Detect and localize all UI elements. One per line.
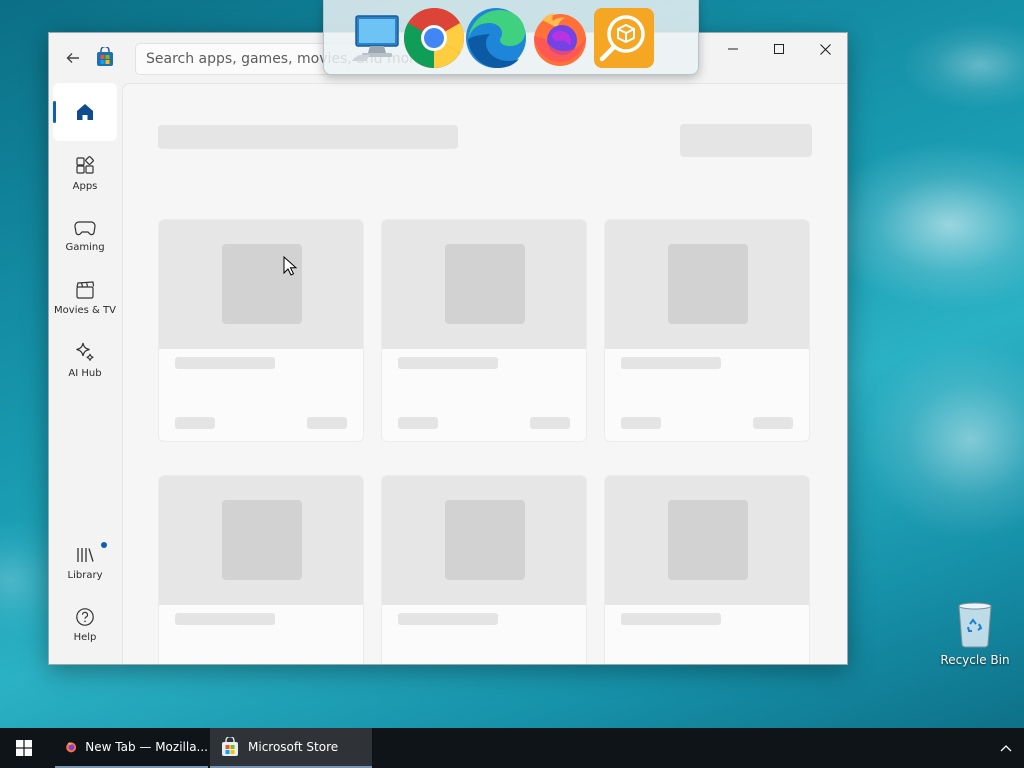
active-indicator (53, 101, 56, 123)
skeleton-button (680, 124, 812, 157)
chevron-up-icon[interactable] (996, 738, 1016, 758)
taskbar-item-label: Microsoft Store (248, 740, 339, 754)
close-icon (819, 43, 831, 55)
taskbar: New Tab — Mozilla... Microsoft Store (0, 728, 1024, 768)
store-window: Search apps, games, movies, and more App… (48, 32, 848, 665)
nav-label-ai-hub: AI Hub (68, 368, 102, 379)
mouse-cursor-icon (283, 256, 297, 276)
nav-item-ai-hub[interactable]: AI Hub (53, 331, 117, 389)
nav-item-library[interactable]: Library (53, 534, 117, 592)
package-search-icon[interactable] (592, 6, 656, 70)
taskbar-item-store[interactable]: Microsoft Store (210, 728, 372, 768)
minimize-button[interactable] (710, 33, 756, 65)
skeleton-card[interactable] (158, 475, 364, 664)
skeleton-card[interactable] (381, 475, 587, 664)
home-icon (77, 104, 93, 120)
skeleton-card[interactable] (604, 475, 810, 664)
firefox-icon[interactable] (528, 6, 592, 70)
skeleton-card[interactable] (604, 219, 810, 442)
apps-icon (76, 156, 94, 174)
back-button[interactable] (61, 46, 85, 70)
store-icon (97, 47, 113, 66)
nav-item-home[interactable] (53, 83, 117, 141)
navigation-rail: Apps Gaming Movies & TV AI Hub Library H… (49, 83, 122, 664)
start-button[interactable] (0, 728, 48, 768)
app-dock (323, 0, 699, 75)
recycle-bin[interactable]: Recycle Bin (938, 600, 1012, 667)
sparkle-icon (76, 342, 94, 361)
edge-icon[interactable] (464, 6, 528, 70)
arrow-left-icon (66, 53, 79, 63)
recycle-bin-icon (958, 602, 992, 648)
library-icon (77, 548, 94, 562)
computer-icon[interactable] (344, 6, 408, 70)
skeleton-heading (158, 125, 458, 149)
firefox-icon (66, 742, 77, 753)
minimize-icon (728, 48, 738, 50)
close-button[interactable] (802, 33, 848, 65)
nav-label-apps: Apps (72, 181, 98, 192)
gamepad-icon (74, 221, 96, 236)
help-icon (76, 608, 94, 626)
skeleton-card[interactable] (381, 219, 587, 442)
store-icon (222, 737, 238, 756)
nav-label-movies-tv: Movies & TV (54, 305, 116, 316)
windows-logo-icon (16, 740, 32, 756)
clapperboard-icon (76, 281, 95, 299)
nav-item-movies-tv[interactable]: Movies & TV (53, 269, 117, 327)
nav-item-gaming[interactable]: Gaming (53, 207, 117, 265)
nav-label-help: Help (73, 632, 97, 643)
main-content (122, 83, 847, 664)
notification-dot (101, 542, 107, 548)
nav-label-gaming: Gaming (65, 242, 105, 253)
nav-item-help[interactable]: Help (53, 596, 117, 654)
nav-label-library: Library (67, 570, 103, 581)
maximize-button[interactable] (756, 33, 802, 65)
recycle-bin-label: Recycle Bin (940, 653, 1010, 667)
maximize-icon (774, 44, 784, 54)
taskbar-item-label: New Tab — Mozilla... (85, 740, 208, 754)
chrome-icon[interactable] (402, 6, 466, 70)
taskbar-item-firefox[interactable]: New Tab — Mozilla... (55, 728, 208, 768)
skeleton-card[interactable] (158, 219, 364, 442)
nav-item-apps[interactable]: Apps (53, 145, 117, 203)
